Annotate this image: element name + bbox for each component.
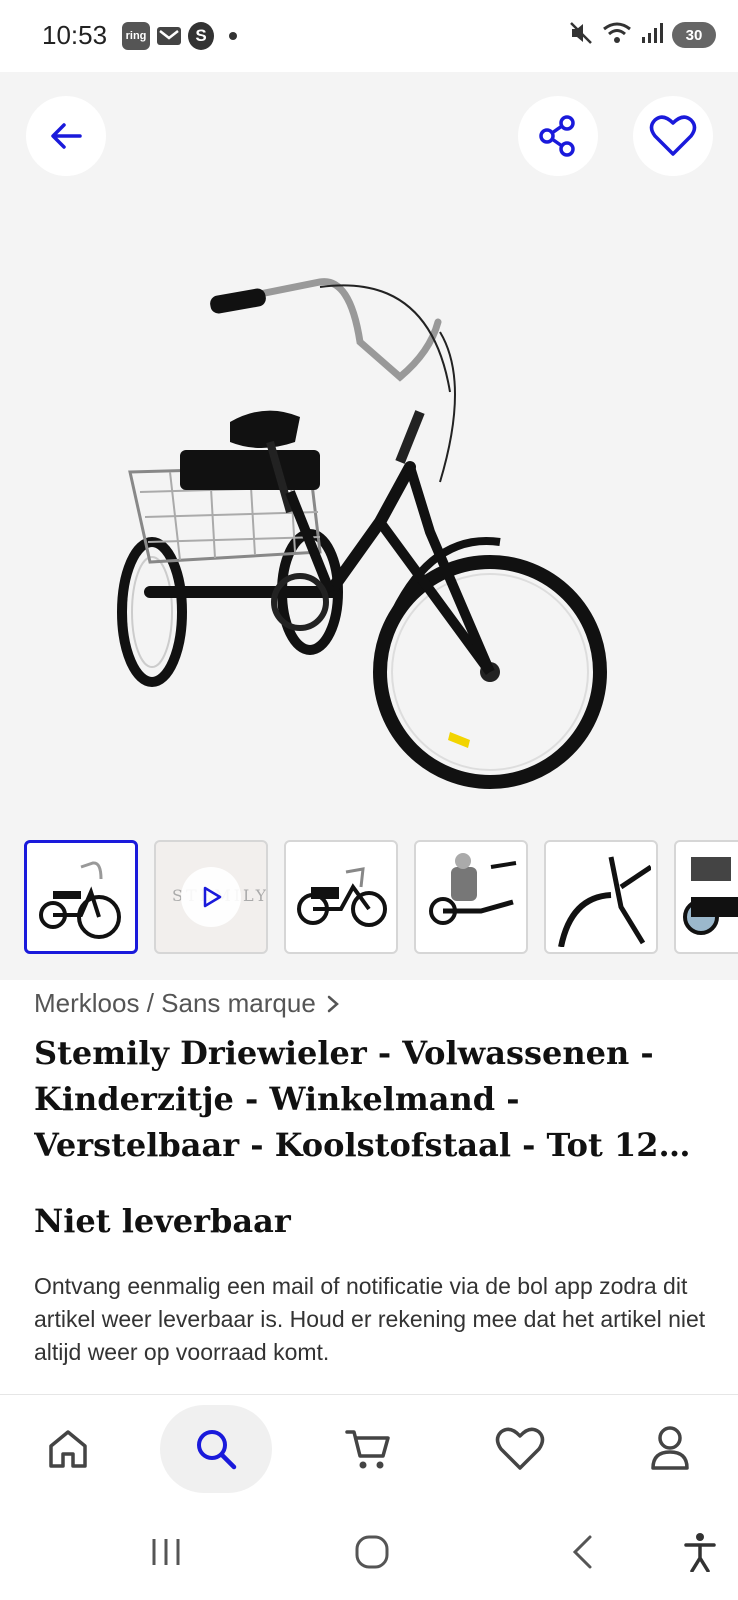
chevron-right-icon [327,995,339,1012]
status-bar: 10:53 ring S 30 [0,0,738,72]
accessibility-icon [684,1533,716,1572]
nav-cart[interactable] [312,1405,424,1493]
heart-icon [495,1427,545,1470]
favorite-button[interactable] [633,96,713,176]
thumbnail-image [558,856,651,947]
product-image[interactable] [100,192,640,832]
home-circle-icon [355,1535,389,1569]
product-title: Stemily Driewieler - Volwassenen - Kinde… [34,1034,691,1164]
thumbnail-strip: STEMILY [0,834,738,954]
nav-profile[interactable] [614,1405,726,1493]
signal-icon [640,21,664,49]
thumbnail-3[interactable] [284,840,398,954]
profile-icon [651,1426,689,1470]
back-button[interactable] [26,96,106,176]
play-icon [203,886,222,908]
thumbnail-4[interactable] [414,840,528,954]
thumbnail-image [39,861,121,939]
share-button[interactable] [518,96,598,176]
ring-notification-icon: ring [122,22,150,50]
nav-home[interactable] [12,1405,124,1493]
thumbnail-image [683,857,738,935]
mute-icon [568,20,594,50]
battery-indicator: 30 [672,22,716,48]
thumbnail-image [429,853,517,925]
home-system-button[interactable] [352,1530,392,1574]
bottom-navigation [0,1394,738,1498]
cart-icon [345,1430,390,1469]
availability-status: Niet leverbaar [34,1202,291,1240]
wifi-icon [602,20,632,50]
thumbnail-image [297,867,387,927]
brand-link[interactable]: Merkloos / Sans marque [34,988,340,1019]
home-icon [49,1430,87,1468]
nav-favorites[interactable] [464,1405,576,1493]
search-icon [197,1430,237,1470]
back-system-button[interactable] [564,1530,600,1574]
recent-apps-icon [152,1539,180,1565]
availability-notice: Ontvang eenmalig een mail of notificatie… [34,1273,706,1365]
thumbnail-1[interactable] [24,840,138,954]
arrow-left-icon [51,123,82,149]
product-gallery: STEMILY [0,72,738,980]
s-notification-icon: S [188,22,214,50]
mail-notification-icon [156,22,182,50]
system-navigation [0,1500,738,1600]
heart-icon [649,115,697,156]
status-time: 10:53 [42,20,108,50]
thumbnail-video[interactable]: STEMILY [154,840,268,954]
thumbnail-5[interactable] [544,840,658,954]
brand-link-label: Merkloos / Sans marque [34,988,316,1018]
recent-apps-button[interactable] [146,1530,186,1574]
play-button[interactable] [181,867,241,927]
more-notifications-dot-icon [228,22,238,50]
share-icon [539,115,575,157]
product-info: Merkloos / Sans marque Stemily Driewiele… [0,980,738,1398]
nav-search[interactable] [160,1405,272,1493]
thumbnail-6[interactable] [674,840,738,954]
accessibility-button[interactable] [680,1530,720,1574]
chevron-left-icon [572,1535,592,1569]
